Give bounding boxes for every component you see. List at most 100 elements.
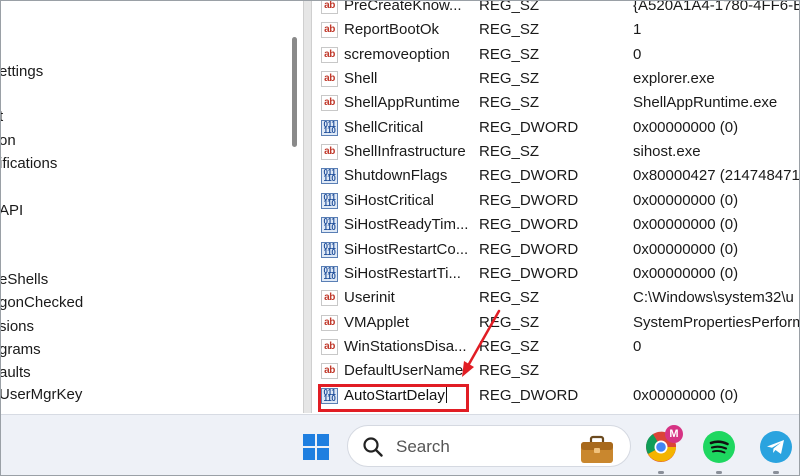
value-type: REG_SZ: [479, 45, 540, 63]
value-type: REG_SZ: [479, 70, 540, 88]
value-name: scremoveoption: [344, 45, 450, 63]
registry-value-row[interactable]: 011 110 SiHostRestartCo... REG_DWORD 0x00000…: [313, 238, 799, 262]
string-value-icon: ab: [321, 363, 338, 380]
dword-value-icon: 011 110: [321, 192, 338, 209]
value-data: 0x00000000 (0): [633, 191, 739, 209]
registry-value-row[interactable]: 011 110 SiHostRestartTi... REG_DWORD 0x00000…: [313, 262, 799, 286]
value-name: DefaultUserName: [344, 362, 464, 380]
taskbar: Search M: [1, 414, 799, 475]
value-type: REG_DWORD: [479, 240, 579, 258]
value-data: 0x00000000 (0): [633, 216, 739, 234]
value-name: ShellCritical: [344, 118, 424, 136]
tree-item[interactable]: grams: [1, 341, 41, 359]
value-type: REG_SZ: [479, 313, 540, 331]
value-name: PreCreateKnow...: [344, 1, 462, 14]
spotify-icon[interactable]: [703, 431, 735, 463]
value-data: {A520A1A4-1780-4FF6-B: [633, 1, 800, 14]
value-name: SiHostReadyTim...: [344, 216, 469, 234]
value-name: WinStationsDisa...: [344, 337, 467, 355]
tree-scrollbar-thumb[interactable]: [292, 37, 297, 147]
value-name: ShutdownFlags: [344, 167, 448, 185]
string-value-icon: ab: [321, 314, 338, 331]
value-data: 0x00000000 (0): [633, 118, 739, 136]
highlight-box: [318, 384, 469, 412]
value-type: REG_DWORD: [479, 386, 579, 404]
registry-value-row[interactable]: ab Userinit REG_SZ C:\Windows\system32\u: [313, 286, 799, 310]
value-type: REG_DWORD: [479, 216, 579, 234]
value-data: 0: [633, 45, 642, 63]
registry-value-row[interactable]: ab VMApplet REG_SZ SystemPropertiesPerform: [313, 311, 800, 335]
tree-item[interactable]: on: [1, 132, 16, 150]
running-indicator: [716, 471, 722, 474]
value-data: C:\Windows\system32\u: [633, 289, 794, 307]
registry-value-row[interactable]: ab ReportBootOk REG_SZ 1: [313, 18, 799, 42]
dword-value-icon: 011 110: [321, 265, 338, 282]
value-type: REG_DWORD: [479, 264, 579, 282]
registry-value-row[interactable]: 011 110 SiHostCritical REG_DWORD 0x00000000 …: [313, 189, 799, 213]
value-data: 0x80000427 (2147484711): [633, 167, 800, 185]
value-data: 0: [633, 337, 642, 355]
tree-item[interactable]: eShells: [1, 271, 48, 289]
tree-item[interactable]: ifications: [1, 155, 57, 173]
value-name: SiHostCritical: [344, 191, 435, 209]
registry-value-row[interactable]: ab WinStationsDisa... REG_SZ 0: [313, 335, 799, 359]
tree-item[interactable]: sions: [1, 318, 34, 336]
value-name: SiHostRestartTi...: [344, 264, 461, 282]
value-data: SystemPropertiesPerform: [633, 313, 800, 331]
windows-start-icon[interactable]: [303, 434, 329, 460]
registry-values-list[interactable]: ab PreCreateKnow... REG_SZ {A520A1A4-1780-4…: [313, 1, 800, 413]
tree-scrollbar[interactable]: [288, 1, 302, 413]
string-value-icon: ab: [321, 46, 338, 63]
dword-value-icon: 011 110: [321, 217, 338, 234]
tree-item[interactable]: t: [1, 108, 3, 126]
value-name: Userinit: [344, 289, 395, 307]
registry-value-row[interactable]: 011 110 SiHostReadyTim... REG_DWORD 0x000000…: [313, 213, 799, 237]
value-data: ShellAppRuntime.exe: [633, 94, 778, 112]
tree-item[interactable]: gonChecked: [1, 294, 83, 312]
string-value-icon: ab: [321, 144, 338, 161]
registry-value-row[interactable]: ab DefaultUserName REG_SZ: [313, 359, 799, 383]
value-type: REG_SZ: [479, 94, 540, 112]
string-value-icon: ab: [321, 290, 338, 307]
value-type: REG_SZ: [479, 143, 540, 161]
string-value-icon: ab: [321, 95, 338, 112]
tree-item[interactable]: UserMgrKey: [1, 386, 82, 404]
value-type: REG_DWORD: [479, 167, 579, 185]
value-data: 0x00000000 (0): [633, 386, 739, 404]
search-placeholder: Search: [396, 437, 450, 456]
registry-value-row[interactable]: ab Shell REG_SZ explorer.exe: [313, 67, 799, 91]
registry-value-row[interactable]: ab ShellInfrastructure REG_SZ sihost.exe: [313, 140, 799, 164]
dword-value-icon: 011 110: [321, 168, 338, 185]
value-type: REG_SZ: [479, 1, 540, 14]
chrome-icon[interactable]: M: [645, 425, 683, 463]
running-indicator: [658, 471, 664, 474]
string-value-icon: ab: [321, 71, 338, 88]
registry-key-tree[interactable]: ettings t on ifications API eShells gonChecked…: [1, 1, 287, 413]
tree-item[interactable]: API: [1, 202, 23, 220]
registry-value-row[interactable]: ab PreCreateKnow... REG_SZ {A520A1A4-1780-4…: [313, 1, 800, 18]
running-indicator: [773, 471, 779, 474]
value-data: sihost.exe: [633, 143, 701, 161]
value-data: explorer.exe: [633, 70, 715, 88]
briefcase-icon[interactable]: [579, 435, 615, 465]
value-type: REG_DWORD: [479, 191, 579, 209]
registry-value-row[interactable]: ab ShellAppRuntime REG_SZ ShellAppRuntime.e…: [313, 91, 799, 115]
string-value-icon: ab: [321, 1, 338, 14]
registry-value-row[interactable]: ab scremoveoption REG_SZ 0: [313, 43, 799, 67]
dword-value-icon: 011 110: [321, 119, 338, 136]
value-type: REG_SZ: [479, 362, 540, 380]
value-name: ShellAppRuntime: [344, 94, 460, 112]
value-data: 1: [633, 21, 642, 39]
value-name: Shell: [344, 70, 378, 88]
value-name: SiHostRestartCo...: [344, 240, 469, 258]
registry-value-row[interactable]: 011 110 ShellCritical REG_DWORD 0x00000000 (…: [313, 116, 799, 140]
dword-value-icon: 011 110: [321, 241, 338, 258]
string-value-icon: ab: [321, 22, 338, 39]
telegram-icon[interactable]: [760, 431, 792, 463]
tree-item[interactable]: ettings: [1, 63, 43, 81]
value-type: REG_SZ: [479, 337, 540, 355]
pane-splitter[interactable]: [303, 1, 312, 413]
value-name: VMApplet: [344, 313, 410, 331]
tree-item[interactable]: aults: [1, 364, 31, 382]
registry-value-row[interactable]: 011 110 ShutdownFlags REG_DWORD 0x80000427 (…: [313, 164, 800, 188]
